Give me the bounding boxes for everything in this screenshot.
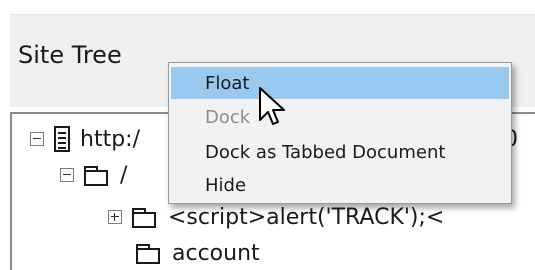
menu-item-float[interactable]: Float: [171, 67, 509, 99]
tree-node-label: http:/: [80, 126, 140, 152]
context-menu: Float Dock Dock as Tabbed Document Hide: [168, 62, 512, 204]
panel-title: Site Tree: [18, 41, 122, 69]
tree-node-label: /: [120, 162, 128, 188]
collapse-toggle-icon[interactable]: [30, 132, 44, 146]
menu-item-dock-as-tabbed-document[interactable]: Dock as Tabbed Document: [171, 136, 509, 168]
tree-node-root[interactable]: /: [60, 158, 127, 192]
menu-item-hide[interactable]: Hide: [171, 169, 509, 201]
menu-item-label: Dock: [205, 106, 251, 128]
tree-node-account[interactable]: account: [136, 236, 260, 270]
server-icon: [54, 126, 70, 152]
window-top-strip: [0, 0, 535, 14]
tree-node-script[interactable]: <script>alert('TRACK');<: [108, 200, 444, 234]
folder-icon: [132, 208, 156, 228]
tree-node-host[interactable]: http:/: [30, 122, 140, 156]
collapse-toggle-icon[interactable]: [60, 168, 74, 182]
tree-node-label: account: [172, 240, 260, 266]
menu-item-label: Dock as Tabbed Document: [205, 141, 446, 163]
tree-node-label: <script>alert('TRACK');<: [168, 204, 445, 230]
menu-item-label: Hide: [205, 174, 247, 196]
folder-icon: [136, 244, 160, 264]
folder-open-icon: [84, 166, 108, 186]
mouse-pointer-icon: [259, 87, 285, 125]
menu-item-dock[interactable]: Dock: [171, 101, 509, 133]
expand-toggle-icon[interactable]: [108, 210, 122, 224]
menu-item-label: Float: [205, 72, 250, 94]
